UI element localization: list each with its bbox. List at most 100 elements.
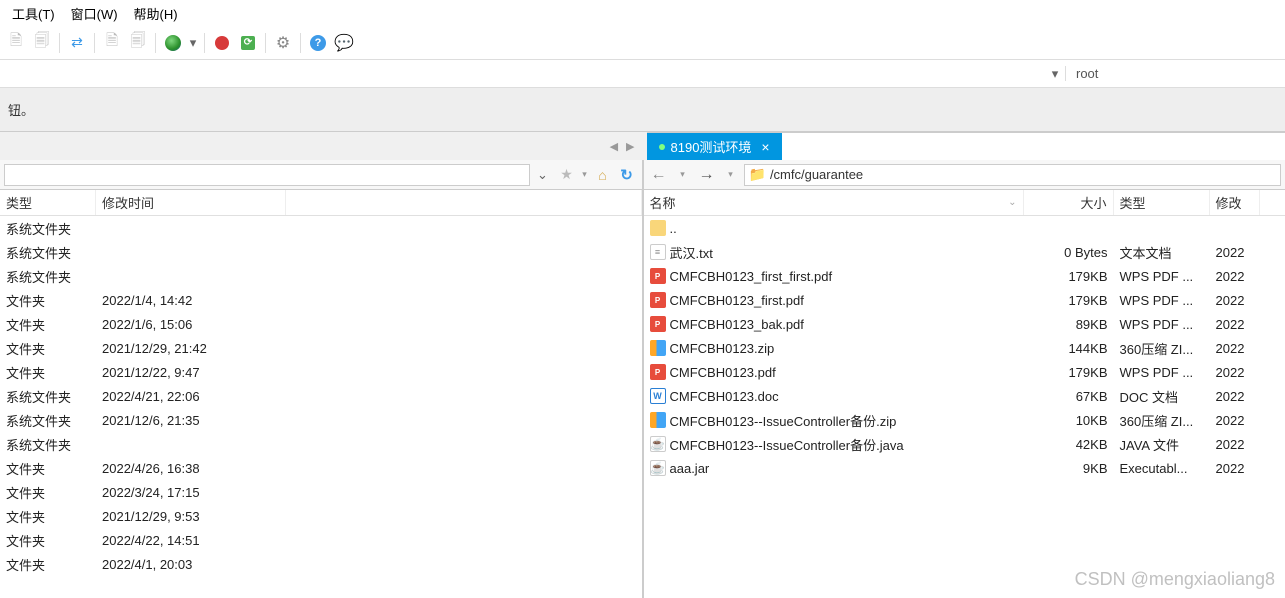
doc2-icon[interactable]: 🗐	[126, 31, 150, 55]
user-field[interactable]: root	[1065, 66, 1285, 81]
table-row[interactable]: 文件夹2021/12/29, 9:53	[0, 504, 642, 528]
table-row[interactable]: 文件夹2022/3/24, 17:15	[0, 480, 642, 504]
cell-size: 179KB	[1024, 365, 1114, 380]
fwd-dd-icon[interactable]: ▾	[720, 164, 742, 186]
tab-right-arrow-icon[interactable]: ▶	[622, 140, 638, 153]
bookmark-dd[interactable]: ▾	[580, 164, 590, 186]
table-row[interactable]: 系统文件夹	[0, 432, 642, 456]
table-row[interactable]: PCMFCBH0123_first.pdf179KBWPS PDF ...202…	[644, 288, 1285, 312]
cell-name: WCMFCBH0123.doc	[644, 388, 1024, 404]
cell-type: 文本文档	[1114, 243, 1210, 262]
table-row[interactable]: CMFCBH0123.zip144KB360压缩 ZI...2022	[644, 336, 1285, 360]
table-row[interactable]: PCMFCBH0123.pdf179KBWPS PDF ...2022	[644, 360, 1285, 384]
stop-icon[interactable]	[210, 31, 234, 55]
back-icon[interactable]: ←	[648, 164, 670, 186]
forward-icon[interactable]: →	[696, 164, 718, 186]
cell-name: PCMFCBH0123_first_first.pdf	[644, 268, 1024, 284]
table-row[interactable]: 文件夹2021/12/29, 21:42	[0, 336, 642, 360]
home-icon[interactable]: ⌂	[592, 164, 614, 186]
table-row[interactable]: 文件夹2022/4/26, 16:38	[0, 456, 642, 480]
refresh-icon[interactable]: ↻	[616, 164, 638, 186]
table-row[interactable]: 系统文件夹2021/12/6, 21:35	[0, 408, 642, 432]
divider	[155, 33, 156, 53]
cell-name: ☕aaa.jar	[644, 460, 1024, 476]
col-size[interactable]: 大小	[1024, 190, 1114, 215]
table-row[interactable]: ≡武汉.txt0 Bytes文本文档2022	[644, 240, 1285, 264]
col-modified[interactable]: 修改时间	[96, 190, 286, 215]
table-row[interactable]: 文件夹2022/1/6, 15:06	[0, 312, 642, 336]
table-row[interactable]: PCMFCBH0123_first_first.pdf179KBWPS PDF …	[644, 264, 1285, 288]
cell-date: 2021/12/22, 9:47	[96, 365, 286, 380]
table-row[interactable]: 系统文件夹2022/4/21, 22:06	[0, 384, 642, 408]
remote-tab[interactable]: 8190测试环境 ×	[647, 133, 782, 160]
info-bar: 钮。	[0, 88, 1285, 132]
cell-mod: 2022	[1210, 293, 1260, 308]
cell-name: CMFCBH0123.zip	[644, 340, 1024, 356]
col-name[interactable]: 名称⌄	[644, 190, 1024, 215]
table-row[interactable]: 系统文件夹	[0, 216, 642, 240]
cell-type: 文件夹	[0, 459, 96, 478]
remote-tab-label: 8190测试环境	[671, 137, 752, 156]
local-path-input[interactable]	[4, 164, 530, 186]
cell-name: PCMFCBH0123_first.pdf	[644, 292, 1024, 308]
address-row: ▾ root	[0, 60, 1285, 88]
address-dropdown-icon[interactable]: ▾	[1045, 66, 1065, 82]
cell-date: 2021/12/6, 21:35	[96, 413, 286, 428]
table-row[interactable]: ☕CMFCBH0123--IssueController备份.java42KBJ…	[644, 432, 1285, 456]
settings-icon[interactable]: ⚙	[271, 31, 295, 55]
menu-tools[interactable]: 工具(T)	[4, 2, 63, 25]
divider	[59, 33, 60, 53]
table-row[interactable]: ..	[644, 216, 1285, 240]
docs-icon[interactable]: 🗐	[30, 31, 54, 55]
cell-mod: 2022	[1210, 245, 1260, 260]
col-rmod[interactable]: 修改	[1210, 190, 1260, 215]
menu-window[interactable]: 窗口(W)	[63, 2, 126, 25]
cell-name: CMFCBH0123--IssueController备份.zip	[644, 411, 1024, 430]
table-row[interactable]: CMFCBH0123--IssueController备份.zip10KB360…	[644, 408, 1285, 432]
cell-mod: 2022	[1210, 365, 1260, 380]
table-row[interactable]: 文件夹2021/12/22, 9:47	[0, 360, 642, 384]
bookmark-icon[interactable]: ★	[556, 164, 578, 186]
txt-icon: ≡	[650, 244, 666, 260]
cell-size: 10KB	[1024, 413, 1114, 428]
tabs-row: ◀ ▶ 8190测试环境 ×	[0, 132, 1285, 160]
table-row[interactable]: 文件夹2022/4/22, 14:51	[0, 528, 642, 552]
table-row[interactable]: PCMFCBH0123_bak.pdf89KBWPS PDF ...2022	[644, 312, 1285, 336]
cell-type: 文件夹	[0, 315, 96, 334]
help-icon[interactable]: ?	[306, 31, 330, 55]
folder-icon: 📁	[749, 166, 766, 183]
table-row[interactable]: 系统文件夹	[0, 264, 642, 288]
table-row[interactable]: ☕aaa.jar9KBExecutabl...2022	[644, 456, 1285, 480]
cell-type: WPS PDF ...	[1114, 365, 1210, 380]
table-row[interactable]: 系统文件夹	[0, 240, 642, 264]
remote-path-input[interactable]: 📁 /cmfc/guarantee	[744, 164, 1282, 186]
menu-help[interactable]: 帮助(H)	[126, 2, 186, 25]
cell-mod: 2022	[1210, 317, 1260, 332]
table-row[interactable]: WCMFCBH0123.doc67KBDOC 文档2022	[644, 384, 1285, 408]
table-row[interactable]: 文件夹2022/4/1, 20:03	[0, 552, 642, 576]
divider	[265, 33, 266, 53]
refresh-green-icon[interactable]: ⟳	[236, 31, 260, 55]
col-type[interactable]: 类型	[0, 190, 96, 215]
cell-size: 67KB	[1024, 389, 1114, 404]
local-path-dropdown[interactable]: ⌄	[532, 164, 554, 186]
table-row[interactable]: 文件夹2022/1/4, 14:42	[0, 288, 642, 312]
remote-path-text: /cmfc/guarantee	[770, 167, 863, 182]
cell-type: 360压缩 ZI...	[1114, 339, 1210, 358]
tab-close-icon[interactable]: ×	[761, 139, 769, 155]
cell-type: WPS PDF ...	[1114, 293, 1210, 308]
col-rtype[interactable]: 类型	[1114, 190, 1210, 215]
chat-icon[interactable]: 💬	[332, 31, 356, 55]
cell-mod: 2022	[1210, 437, 1260, 452]
globe-icon[interactable]	[161, 31, 185, 55]
sync-icon[interactable]: ⇄	[65, 31, 89, 55]
doc1-icon[interactable]: 🗎	[100, 31, 124, 55]
globe-dropdown[interactable]: ▾	[187, 31, 199, 55]
col-extra[interactable]	[286, 190, 642, 215]
cell-date: 2022/3/24, 17:15	[96, 485, 286, 500]
tab-left-arrow-icon[interactable]: ◀	[606, 140, 622, 153]
doc-icon: W	[650, 388, 666, 404]
pdf-icon: P	[650, 364, 666, 380]
back-dd-icon[interactable]: ▾	[672, 164, 694, 186]
new-icon[interactable]: 🗎	[4, 31, 28, 55]
